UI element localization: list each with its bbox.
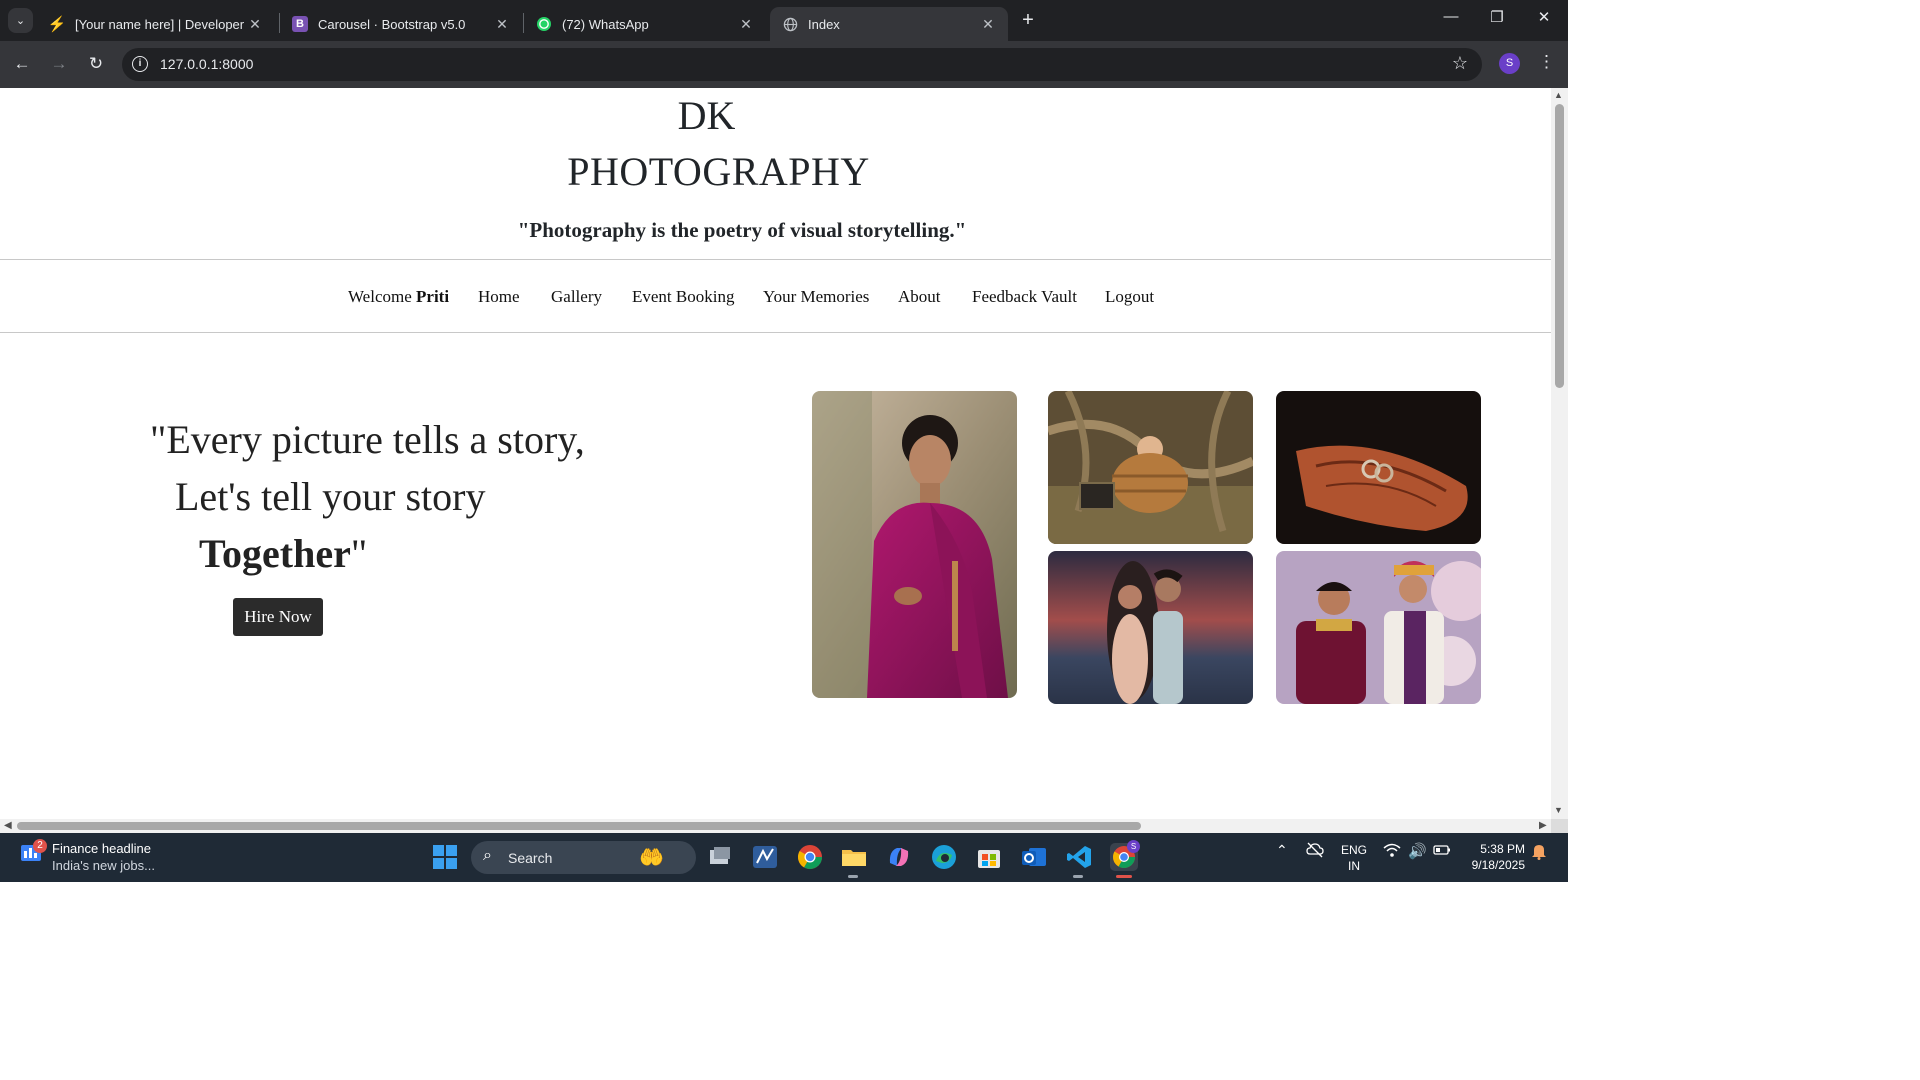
hero-line-3: Together" [199, 531, 368, 576]
news-subtitle[interactable]: India's new jobs... [52, 858, 155, 873]
chrome-profile-badge: S [1127, 840, 1140, 853]
gallery-photo-saree[interactable] [812, 391, 1017, 698]
nav-gallery[interactable]: Gallery [551, 287, 602, 307]
close-tab-icon[interactable]: ✕ [245, 16, 265, 33]
reload-icon: ↻ [88, 54, 104, 73]
tab-developer[interactable]: ⚡ [Your name here] | Developer ✕ [37, 7, 275, 41]
battery-icon[interactable] [1433, 842, 1451, 861]
url-text[interactable]: 127.0.0.1:8000 [160, 56, 253, 72]
taskbar: 2 Finance headline India's new jobs... ⌕… [0, 833, 1568, 882]
hire-now-button[interactable]: Hire Now [233, 598, 323, 636]
hero-line-2: Let's tell your story [175, 474, 486, 519]
scrollbar-corner [1551, 819, 1568, 833]
back-button[interactable]: ← [11, 54, 33, 74]
vscode-icon[interactable] [1065, 843, 1093, 871]
close-tab-icon[interactable]: ✕ [978, 16, 998, 33]
tab-whatsapp[interactable]: (72) WhatsApp ✕ [524, 7, 766, 41]
clock[interactable]: 5:38 PM 9/18/2025 [1462, 841, 1525, 873]
scroll-left-arrow-icon[interactable]: ◀ [4, 820, 12, 831]
widget-badge: 2 [33, 839, 47, 853]
nav-home[interactable]: Home [478, 287, 520, 307]
reload-button[interactable]: ↻ [85, 54, 107, 74]
brand-title-line2: PHOTOGRAPHY [567, 149, 870, 194]
gallery-photo-baby-basket[interactable] [1048, 391, 1253, 544]
bootstrap-icon: B [292, 16, 308, 32]
chevron-down-icon: ⌄ [15, 15, 26, 27]
close-window-button[interactable]: ✕ [1529, 8, 1559, 26]
chrome-active-icon[interactable]: S [1110, 840, 1140, 871]
taskbar-search-box[interactable]: ⌕ Search 🤲 [471, 841, 696, 874]
nav-your-memories[interactable]: Your Memories [763, 287, 869, 307]
horizontal-scrollbar[interactable]: ◀ ▶ [0, 819, 1551, 833]
windows-start-icon[interactable] [431, 843, 459, 871]
wifi-icon[interactable] [1383, 842, 1401, 862]
address-bar[interactable]: i 127.0.0.1:8000 ☆ [122, 48, 1482, 81]
vertical-scroll-thumb[interactable] [1555, 104, 1564, 388]
whatsapp-icon [536, 16, 552, 32]
running-indicator [1073, 875, 1083, 878]
arrow-left-icon: ← [13, 54, 31, 73]
search-highlight-icon: 🤲 [639, 847, 664, 869]
site-info-icon[interactable]: i [132, 56, 148, 72]
tab-bootstrap-carousel[interactable]: B Carousel · Bootstrap v5.0 ✕ [280, 7, 522, 41]
notification-bell-icon[interactable] [1531, 842, 1547, 864]
tab-search-button[interactable]: ⌄ [8, 8, 33, 33]
microsoft-store-icon[interactable] [975, 843, 1003, 871]
scroll-down-arrow-icon[interactable]: ▼ [1554, 805, 1563, 815]
vertical-scrollbar[interactable]: ▲ ▼ [1551, 88, 1568, 819]
browser-toolbar: ← → ↻ i 127.0.0.1:8000 ☆ S ⋮ [0, 41, 1568, 88]
news-headline[interactable]: Finance headline [52, 841, 151, 856]
edge-icon[interactable] [930, 843, 958, 871]
running-indicator [848, 875, 858, 878]
user-name: Priti [416, 287, 450, 306]
clock-date: 9/18/2025 [1471, 858, 1525, 872]
brand-title-line1: DK [677, 93, 736, 138]
hero-line-1: "Every picture tells a story, [150, 417, 585, 462]
chrome-icon[interactable] [796, 843, 824, 871]
page-viewport: DK PHOTOGRAPHY "Photography is the poetr… [0, 88, 1551, 819]
scroll-right-arrow-icon[interactable]: ▶ [1539, 820, 1547, 831]
volume-icon[interactable]: 🔊 [1408, 842, 1427, 860]
cloud-offline-icon[interactable] [1306, 842, 1324, 861]
nav-feedback-vault[interactable]: Feedback Vault [972, 287, 1077, 307]
bookmark-star-icon[interactable]: ☆ [1452, 53, 1468, 74]
clock-time: 5:38 PM [1480, 842, 1525, 856]
outlook-icon[interactable] [1020, 843, 1048, 871]
file-explorer-icon[interactable] [840, 843, 868, 871]
gallery-photo-henna-rings[interactable] [1276, 391, 1481, 544]
tagline: "Photography is the poetry of visual sto… [517, 218, 967, 242]
remote-desktop-app-icon[interactable] [751, 843, 779, 871]
search-icon: ⌕ [483, 847, 492, 864]
header-divider [0, 259, 1551, 260]
minimize-button[interactable]: — [1436, 8, 1466, 25]
tab-strip: ⌄ ⚡ [Your name here] | Developer ✕ B Car… [0, 0, 1568, 41]
copilot-icon[interactable] [885, 843, 913, 871]
horizontal-scroll-thumb[interactable] [17, 822, 1141, 830]
task-view-icon[interactable] [706, 843, 734, 871]
nav-about[interactable]: About [898, 287, 941, 307]
forward-button[interactable]: → [48, 54, 70, 74]
chevron-up-icon[interactable]: ⌃ [1276, 842, 1288, 859]
scroll-up-arrow-icon[interactable]: ▲ [1554, 90, 1563, 100]
globe-icon [782, 16, 798, 32]
nav-divider [0, 332, 1551, 333]
nav-event-booking[interactable]: Event Booking [632, 287, 734, 307]
close-tab-icon[interactable]: ✕ [736, 16, 756, 33]
tab-index[interactable]: Index ✕ [770, 7, 1008, 41]
active-app-indicator [1116, 875, 1132, 878]
lightning-icon: ⚡ [47, 16, 67, 33]
nav-welcome: Welcome Priti [348, 287, 450, 306]
arrow-right-icon: → [50, 54, 68, 73]
gallery-photo-couple-beach[interactable] [1048, 551, 1253, 704]
gallery-photo-bride-groom[interactable] [1276, 551, 1481, 704]
more-menu-icon[interactable]: ⋮ [1538, 52, 1555, 72]
nav-logout[interactable]: Logout [1105, 287, 1154, 307]
language-indicator[interactable]: ENG IN [1341, 842, 1367, 874]
new-tab-button[interactable]: + [1017, 8, 1039, 32]
restore-button[interactable]: ❐ [1482, 8, 1512, 26]
profile-avatar[interactable]: S [1499, 53, 1520, 74]
close-tab-icon[interactable]: ✕ [492, 16, 512, 33]
